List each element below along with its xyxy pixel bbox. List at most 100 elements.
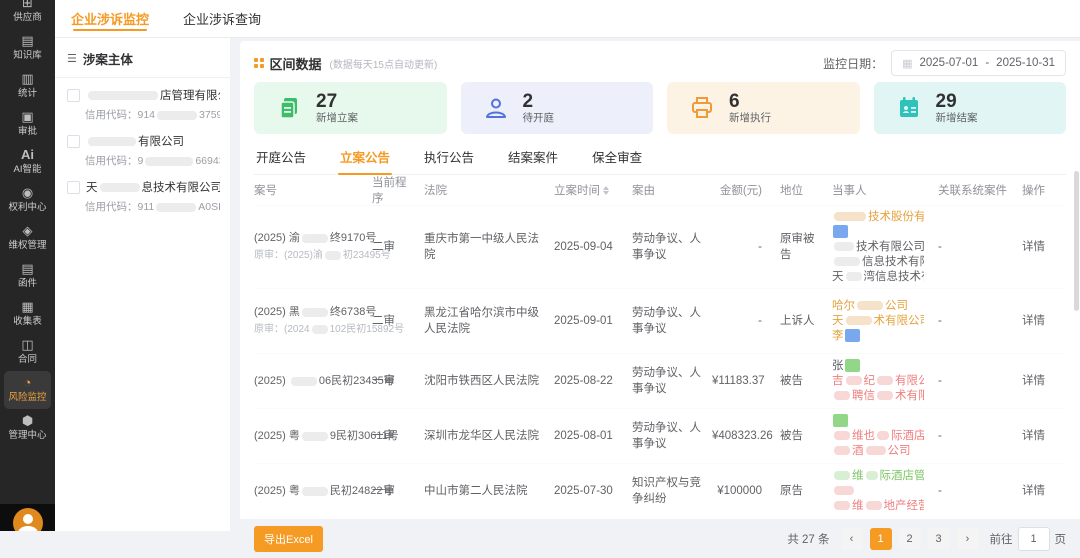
stat-cards: 27 新增立案 2 待开庭 6 新增执行 [254, 82, 1066, 134]
party-line[interactable]: 吉纪有限公司 [832, 374, 924, 389]
party-line[interactable]: 哈尔 公司 [832, 299, 924, 314]
sidebar-item-statistics[interactable]: ▥ 统计 [4, 67, 51, 105]
prev-page-button[interactable]: ‹ [841, 528, 863, 550]
top-tab-bar: 企业涉诉监控 企业涉诉查询 [55, 0, 1080, 38]
col-related-cases: 关联系统案件 [932, 182, 1022, 198]
sidebar-item-collection-form[interactable]: ▦ 收集表 [4, 295, 51, 333]
redacted-text [846, 376, 862, 385]
detail-link[interactable]: 详情 [1022, 241, 1045, 253]
case-closed-icon [896, 95, 922, 121]
sidebar-item-label: 供应商 [13, 13, 42, 23]
party-line[interactable]: 维地产经营管 [832, 499, 924, 514]
redacted-text [866, 471, 878, 480]
party-line[interactable]: 酒公司 [832, 444, 924, 459]
company-name: 店管理有限公司 [86, 87, 220, 103]
sidebar-item-ai[interactable]: Ai AI智能 [4, 143, 51, 181]
date-range-picker[interactable]: ▦ 2025-07-01 - 2025-10-31 [891, 50, 1066, 76]
party-line[interactable] [832, 484, 924, 499]
sidebar-item-rights-center[interactable]: ◉ 权利中心 [4, 181, 51, 219]
company-item: 天息技术有限公司 信用代码：911A0SLCHP1P [55, 170, 230, 214]
party-line[interactable]: 张 [832, 359, 924, 374]
procedure: 一审 [372, 428, 424, 444]
scrollbar-thumb[interactable] [1074, 171, 1079, 311]
party-name-fragment: 哈尔 [832, 300, 855, 312]
procedure: 二审 [372, 239, 424, 255]
party-name-fragment: 李 [832, 330, 844, 342]
role: 被告 [770, 373, 832, 389]
amount: - [712, 313, 770, 329]
sidebar-item-rights-protection[interactable]: ◈ 维权管理 [4, 219, 51, 257]
user-avatar[interactable] [13, 508, 43, 531]
goto-label: 前往 [990, 531, 1013, 547]
subjects-panel-title: 涉案主体 [83, 49, 133, 68]
sidebar-item-label: AI智能 [14, 165, 42, 175]
filing-date: 2025-08-22 [554, 373, 632, 389]
tab-filing-announcements[interactable]: 立案公告 [338, 147, 392, 174]
company-checkbox[interactable] [67, 135, 80, 148]
company-credit-code: 信用代码：911A0SLCHP1P [85, 199, 220, 214]
tab-litigation-query[interactable]: 企业涉诉查询 [183, 0, 261, 37]
party-line[interactable]: 技术股份有限公 [832, 210, 924, 225]
party-line[interactable] [832, 414, 924, 429]
date-end[interactable]: 2025-10-31 [996, 57, 1055, 69]
party-line[interactable]: 天湾信息技术有限公司 [832, 270, 924, 285]
tab-litigation-monitor[interactable]: 企业涉诉监控 [71, 0, 149, 37]
sidebar-item-admin-center[interactable]: ⬢ 管理中心 [4, 409, 51, 447]
party-line[interactable]: 维际酒店管理 [832, 469, 924, 484]
collection-form-icon: ▦ [21, 300, 33, 314]
sidebar-item-risk-monitoring[interactable]: ◔ 风险监控 [4, 371, 51, 409]
table-row: (2025) 粤9民初30611号 一审 深圳市龙华区人民法院 2025-08-… [254, 409, 1066, 464]
next-page-button[interactable]: › [957, 528, 979, 550]
party-line[interactable]: 信息技术有限公 [832, 255, 924, 270]
party-name-fragment: 聘信 [852, 390, 875, 402]
redacted-text [834, 431, 850, 440]
party-line[interactable]: 技术有限公司 [832, 240, 924, 255]
page-button-2[interactable]: 2 [899, 528, 921, 550]
detail-link[interactable]: 详情 [1022, 375, 1045, 387]
detail-link[interactable]: 详情 [1022, 430, 1045, 442]
party-line[interactable]: 维也际酒店管理 [832, 429, 924, 444]
redacted-text [157, 111, 197, 120]
date-start[interactable]: 2025-07-01 [920, 57, 979, 69]
stat-card-new-filings[interactable]: 27 新增立案 [254, 82, 447, 134]
sidebar-item-contract[interactable]: ◫ 合同 [4, 333, 51, 371]
role: 原审被告 [770, 231, 832, 263]
tab-closed-cases[interactable]: 结案案件 [506, 147, 560, 174]
tab-preservation-review[interactable]: 保全审查 [590, 147, 644, 174]
sidebar-item-knowledge-base[interactable]: ▤ 知识库 [4, 29, 51, 67]
sidebar-item-letters[interactable]: ▤ 函件 [4, 257, 51, 295]
case-category-tabs: 开庭公告 立案公告 执行公告 结案案件 保全审查 [254, 147, 1066, 175]
stat-card-new-enforcements[interactable]: 6 新增执行 [667, 82, 860, 134]
detail-link[interactable]: 详情 [1022, 315, 1045, 327]
page-button-3[interactable]: 3 [928, 528, 950, 550]
stat-card-upcoming-hearings[interactable]: 2 待开庭 [461, 82, 654, 134]
sort-icon[interactable] [603, 186, 609, 195]
tab-hearing-announcements[interactable]: 开庭公告 [254, 147, 308, 174]
party-line[interactable] [832, 225, 924, 240]
filing-date: 2025-08-01 [554, 428, 632, 444]
stat-label: 新增结案 [936, 112, 978, 125]
redacted-text [834, 446, 850, 455]
party-line[interactable]: 天术有限公司 [832, 314, 924, 329]
party-name-fragment: 维 [852, 500, 864, 512]
sidebar-item-approval[interactable]: ▣ 审批 [4, 105, 51, 143]
sidebar-item-label: 维权管理 [8, 241, 46, 251]
tab-enforcement-announcements[interactable]: 执行公告 [422, 147, 476, 174]
detail-link[interactable]: 详情 [1022, 485, 1045, 497]
export-excel-button[interactable]: 导出Excel [254, 526, 323, 552]
page-button-1[interactable]: 1 [870, 528, 892, 550]
parties: 哈尔 公司 天术有限公司 李 [832, 299, 932, 344]
sidebar-item-suppliers[interactable]: ⊞ 供应商 [4, 0, 51, 29]
party-line[interactable]: 李 [832, 329, 924, 344]
company-checkbox[interactable] [67, 181, 80, 194]
company-checkbox[interactable] [67, 89, 80, 102]
party-line[interactable]: 聘信术有限公司 [832, 389, 924, 404]
party-name-fragment: 公司 [885, 300, 908, 312]
redacted-text [156, 203, 196, 212]
redacted-text [877, 391, 893, 400]
section-update-note: (数据每天15点自动更新) [330, 56, 438, 71]
stat-card-closed-cases[interactable]: 29 新增结案 [874, 82, 1067, 134]
party-name-fragment: 湾信息技术有限公司 [864, 271, 925, 283]
court: 沈阳市铁西区人民法院 [424, 373, 554, 389]
redacted-text [866, 446, 886, 455]
